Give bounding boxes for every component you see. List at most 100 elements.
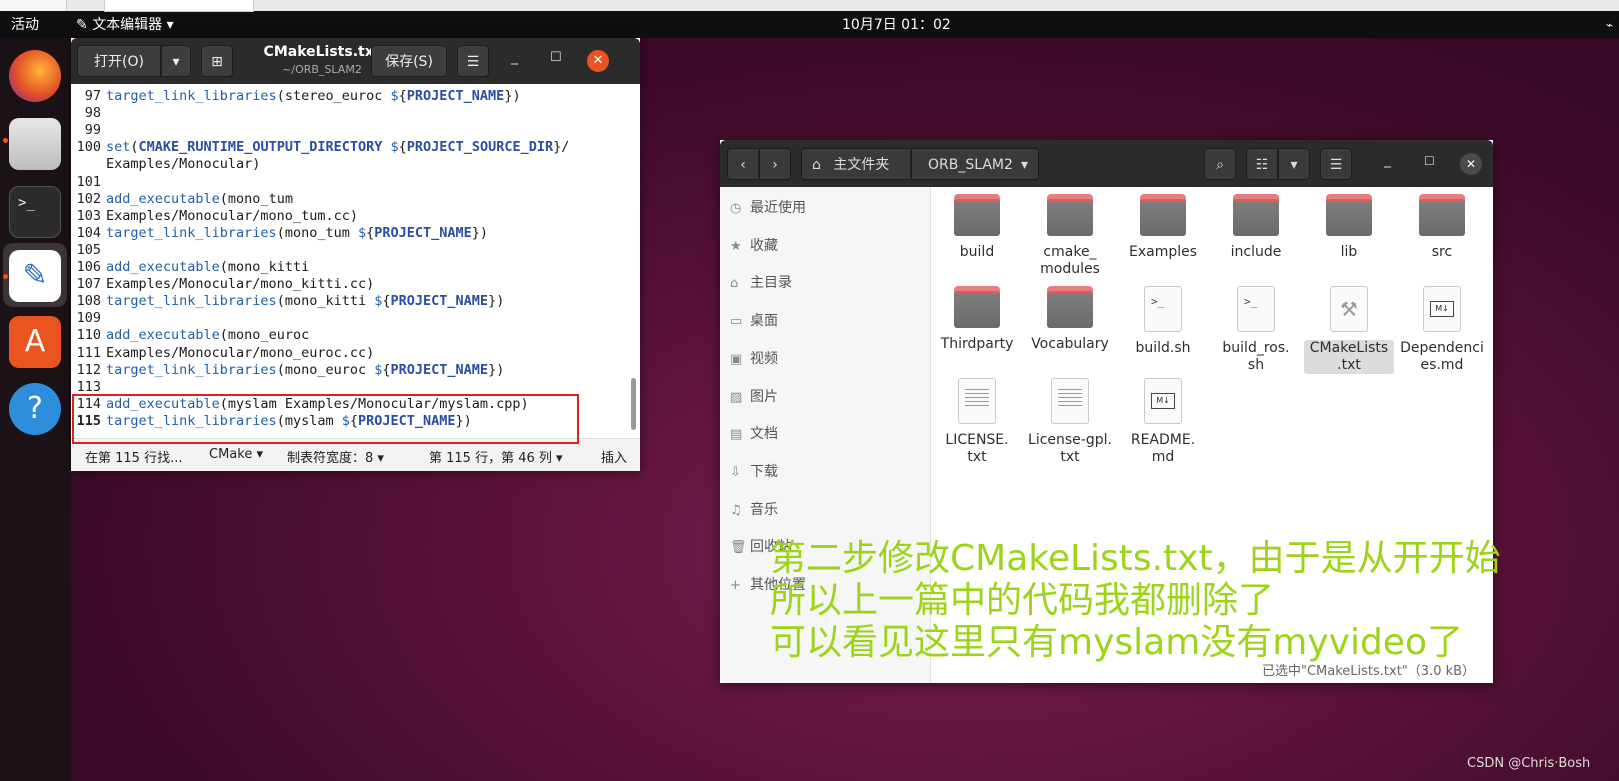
system-menu-icon[interactable]: ⌁ — [1606, 15, 1613, 35]
sidebar-item[interactable]: ⇩ 下载 — [730, 457, 778, 487]
download-icon: ⇩ — [730, 464, 741, 480]
code-token: Examples/Monocular/mono_kitti.cc) — [106, 276, 375, 293]
app-menu[interactable]: ✎ 文本编辑器 ▾ — [76, 15, 174, 35]
file-item[interactable]: lib — [1304, 194, 1394, 261]
help-icon[interactable]: ? — [9, 383, 61, 435]
line-number: 107 — [76, 276, 101, 293]
close-button[interactable]: ✕ — [1460, 153, 1482, 175]
clock[interactable]: 10月7日 01：02 — [842, 15, 951, 35]
minimize-button[interactable]: _ — [1384, 152, 1391, 168]
watermark: CSDN @Chris·Bosh — [1467, 756, 1591, 771]
software-icon[interactable]: A — [9, 316, 61, 368]
open-button[interactable]: 打开(O) — [77, 45, 161, 77]
file-item[interactable]: >_ build_ros. sh — [1211, 286, 1301, 374]
menu-button[interactable]: ☰ — [1320, 148, 1352, 180]
file-name: src — [1431, 244, 1453, 260]
sidebar-item-label: 音乐 — [750, 501, 778, 518]
sidebar-item-label: 图片 — [750, 388, 778, 405]
view-options-button[interactable]: ▾ — [1278, 148, 1310, 180]
code-token: }) — [504, 88, 521, 104]
sidebar-item[interactable]: ◷ 最近使用 — [730, 193, 806, 223]
file-item[interactable]: LICENSE. txt — [932, 378, 1022, 466]
code-line: Examples/Monocular) — [106, 156, 260, 172]
code-token: (stereo_euroc — [276, 88, 391, 104]
line-number: 113 — [76, 378, 101, 395]
annotation-line-2: 所以上一篇中的代码我都删除了 — [770, 580, 1275, 621]
markdown-file-icon: M↓ — [1423, 286, 1461, 332]
sidebar-item[interactable]: ⌂ 主目录 — [730, 268, 792, 298]
file-item[interactable]: M↓ Dependenci es.md — [1397, 286, 1487, 374]
file-name: License-gpl. txt — [1028, 432, 1112, 465]
menu-button[interactable]: ☰ — [457, 45, 489, 77]
sidebar-item[interactable]: ▨ 图片 — [730, 382, 778, 412]
sidebar-item-label: 视频 — [750, 350, 778, 367]
close-button[interactable]: ✕ — [587, 50, 609, 72]
code-line: Examples/Monocular/mono_tum.cc) — [106, 208, 358, 224]
find-status: 在第 115 行找... — [85, 451, 183, 466]
sidebar-item[interactable]: ▤ 文档 — [730, 419, 778, 449]
open-dropdown-button[interactable]: ▾ — [161, 45, 191, 77]
new-tab-button[interactable]: ⊞ — [201, 45, 233, 77]
back-button[interactable]: ‹ — [727, 148, 759, 180]
file-item[interactable]: include — [1211, 194, 1301, 261]
browser-tab-strip — [0, 0, 1619, 12]
code-token: Examples/Monocular/mono_tum.cc) — [106, 207, 358, 224]
browser-tab[interactable] — [0, 0, 67, 11]
file-item[interactable]: src — [1397, 194, 1487, 261]
file-name: build.sh — [1135, 340, 1191, 356]
language-selector[interactable]: CMake ▾ — [209, 447, 263, 462]
cursor-position-selector[interactable]: 第 115 行，第 46 列 ▾ — [429, 447, 563, 466]
maximize-button[interactable]: ☐ — [1424, 154, 1435, 168]
files-icon[interactable] — [9, 118, 61, 170]
code-token: target_link_libraries — [106, 361, 277, 378]
view-list-button[interactable]: ☷ — [1246, 148, 1278, 180]
file-item[interactable]: build — [932, 194, 1022, 261]
file-item[interactable]: License-gpl. txt — [1025, 378, 1115, 466]
code-token: PROJECT_NAME — [374, 224, 472, 241]
maximize-button[interactable]: ☐ — [550, 50, 562, 65]
code-token: Examples/Monocular/mono_euroc.cc) — [106, 344, 375, 361]
sidebar-item[interactable]: ♫ 音乐 — [730, 495, 778, 525]
sidebar-item-label: 下载 — [750, 463, 778, 480]
desktop-icon: ▭ — [730, 314, 743, 330]
running-indicator — [3, 274, 8, 279]
line-number: 108 — [76, 293, 101, 310]
file-item[interactable]: cmake_ modules — [1025, 194, 1115, 278]
insert-mode: 插入 — [601, 451, 628, 466]
search-button[interactable]: ⌕ — [1204, 148, 1236, 180]
browser-tab-active[interactable] — [104, 0, 254, 12]
path-home-button[interactable]: ⌂ 主文件夹 — [801, 148, 911, 180]
file-item[interactable]: M↓ README. md — [1118, 378, 1208, 466]
file-name: Thirdparty — [940, 336, 1014, 352]
file-item[interactable]: Examples — [1118, 194, 1208, 261]
minimize-button[interactable]: _ — [511, 49, 518, 65]
code-token: target_link_libraries — [106, 293, 277, 310]
file-item[interactable]: ⚒ CMakeLists .txt — [1304, 286, 1394, 374]
sidebar-item[interactable]: ▭ 桌面 — [730, 306, 778, 336]
folder-icon — [1419, 194, 1465, 236]
app-menu-label: 文本编辑器 ▾ — [92, 17, 174, 33]
save-button[interactable]: 保存(S) — [371, 45, 447, 77]
file-item[interactable]: Thirdparty — [932, 286, 1022, 353]
path-current-button[interactable]: ORB_SLAM2 ▾ — [911, 148, 1039, 180]
tab-width-selector[interactable]: 制表符宽度：8 ▾ — [287, 447, 384, 466]
document-icon: ▤ — [730, 427, 743, 443]
file-item[interactable]: >_ build.sh — [1118, 286, 1208, 357]
text-editor-icon[interactable]: ✎ — [9, 250, 61, 302]
code-token: { — [382, 361, 391, 378]
terminal-icon[interactable]: >_ — [9, 186, 61, 238]
firefox-icon[interactable] — [9, 50, 61, 102]
annotation-text: 第二步修改CMakeLists.txt，由于是从开开始 所以上一篇中的代码我都删… — [770, 538, 1501, 664]
code-line: target_link_libraries(stereo_euroc ${PRO… — [106, 88, 521, 104]
sidebar-item[interactable]: ▣ 视频 — [730, 344, 778, 374]
forward-button[interactable]: › — [759, 148, 791, 180]
activities-button[interactable]: 活动 — [11, 15, 39, 35]
sidebar-item[interactable]: ★ 收藏 — [730, 231, 778, 261]
file-item[interactable]: Vocabulary — [1025, 286, 1115, 353]
line-number: 101 — [76, 173, 101, 190]
editor-scrollbar[interactable] — [631, 378, 636, 430]
code-token: PROJECT_NAME — [390, 293, 489, 310]
plus-icon: + — [730, 578, 741, 593]
file-name: README. md — [1130, 432, 1196, 465]
